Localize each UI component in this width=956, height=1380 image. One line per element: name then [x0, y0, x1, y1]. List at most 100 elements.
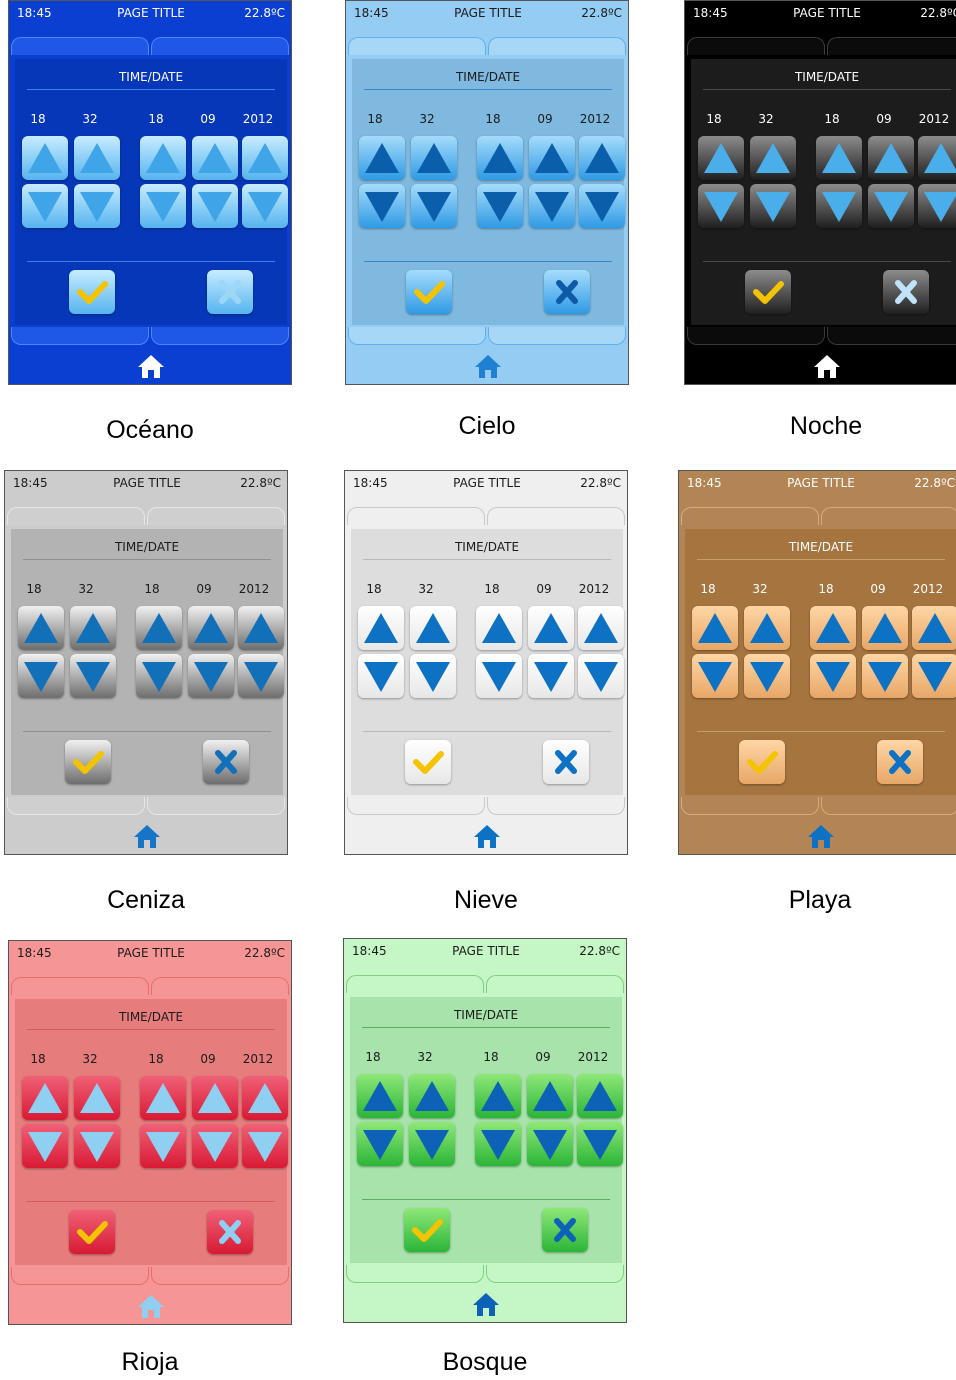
increment-down-button[interactable]	[578, 654, 624, 698]
increment-up-button[interactable]	[136, 606, 182, 650]
top-tab-right[interactable]	[821, 507, 956, 525]
bottom-tab-right[interactable]	[151, 1267, 289, 1285]
increment-up-button[interactable]	[579, 136, 625, 180]
bottom-tab-right[interactable]	[486, 1265, 624, 1283]
bottom-tab-left[interactable]	[687, 327, 825, 345]
increment-up-button[interactable]	[810, 606, 856, 650]
top-tab-left[interactable]	[347, 507, 485, 525]
increment-down-button[interactable]	[22, 1124, 68, 1168]
confirm-button[interactable]	[404, 1208, 450, 1252]
increment-down-button[interactable]	[912, 654, 956, 698]
increment-down-button[interactable]	[74, 1124, 120, 1168]
increment-up-button[interactable]	[750, 136, 796, 180]
increment-up-button[interactable]	[359, 136, 405, 180]
increment-up-button[interactable]	[698, 136, 744, 180]
increment-down-button[interactable]	[358, 654, 404, 698]
increment-down-button[interactable]	[357, 1122, 403, 1166]
home-button[interactable]	[474, 353, 502, 383]
top-tab-left[interactable]	[346, 975, 484, 993]
increment-up-button[interactable]	[410, 606, 456, 650]
increment-down-button[interactable]	[698, 184, 744, 228]
increment-down-button[interactable]	[359, 184, 405, 228]
top-tab-right[interactable]	[487, 507, 625, 525]
cancel-button[interactable]	[877, 740, 923, 784]
increment-down-button[interactable]	[918, 184, 956, 228]
increment-up-button[interactable]	[357, 1074, 403, 1118]
home-button[interactable]	[813, 353, 841, 383]
increment-up-button[interactable]	[528, 606, 574, 650]
increment-down-button[interactable]	[136, 654, 182, 698]
increment-up-button[interactable]	[816, 136, 862, 180]
bottom-tab-left[interactable]	[11, 1267, 149, 1285]
increment-down-button[interactable]	[692, 654, 738, 698]
top-tab-left[interactable]	[11, 977, 149, 995]
top-tab-right[interactable]	[827, 37, 956, 55]
top-tab-right[interactable]	[147, 507, 285, 525]
increment-up-button[interactable]	[912, 606, 956, 650]
increment-down-button[interactable]	[476, 654, 522, 698]
increment-up-button[interactable]	[744, 606, 790, 650]
increment-down-button[interactable]	[192, 1124, 238, 1168]
home-button[interactable]	[807, 823, 835, 853]
increment-up-button[interactable]	[18, 606, 64, 650]
increment-up-button[interactable]	[578, 606, 624, 650]
increment-down-button[interactable]	[192, 184, 238, 228]
cancel-button[interactable]	[542, 1208, 588, 1252]
increment-down-button[interactable]	[579, 184, 625, 228]
top-tab-right[interactable]	[151, 977, 289, 995]
increment-down-button[interactable]	[70, 654, 116, 698]
increment-down-button[interactable]	[816, 184, 862, 228]
increment-down-button[interactable]	[527, 1122, 573, 1166]
increment-up-button[interactable]	[188, 606, 234, 650]
home-button[interactable]	[473, 823, 501, 853]
bottom-tab-right[interactable]	[487, 797, 625, 815]
increment-up-button[interactable]	[692, 606, 738, 650]
increment-up-button[interactable]	[22, 136, 68, 180]
increment-up-button[interactable]	[411, 136, 457, 180]
increment-down-button[interactable]	[238, 654, 284, 698]
increment-up-button[interactable]	[242, 1076, 288, 1120]
top-tab-left[interactable]	[681, 507, 819, 525]
top-tab-left[interactable]	[348, 37, 486, 55]
increment-down-button[interactable]	[868, 184, 914, 228]
top-tab-right[interactable]	[488, 37, 626, 55]
increment-down-button[interactable]	[410, 654, 456, 698]
bottom-tab-left[interactable]	[7, 797, 145, 815]
cancel-button[interactable]	[883, 270, 929, 314]
increment-down-button[interactable]	[140, 184, 186, 228]
confirm-button[interactable]	[745, 270, 791, 314]
bottom-tab-right[interactable]	[488, 327, 626, 345]
increment-up-button[interactable]	[475, 1074, 521, 1118]
increment-up-button[interactable]	[868, 136, 914, 180]
increment-up-button[interactable]	[242, 136, 288, 180]
increment-down-button[interactable]	[22, 184, 68, 228]
confirm-button[interactable]	[65, 740, 111, 784]
home-button[interactable]	[137, 1293, 165, 1323]
increment-down-button[interactable]	[862, 654, 908, 698]
increment-down-button[interactable]	[242, 184, 288, 228]
top-tab-right[interactable]	[486, 975, 624, 993]
increment-down-button[interactable]	[528, 654, 574, 698]
increment-down-button[interactable]	[188, 654, 234, 698]
increment-up-button[interactable]	[527, 1074, 573, 1118]
cancel-button[interactable]	[207, 270, 253, 314]
increment-down-button[interactable]	[810, 654, 856, 698]
confirm-button[interactable]	[739, 740, 785, 784]
increment-down-button[interactable]	[577, 1122, 623, 1166]
increment-down-button[interactable]	[477, 184, 523, 228]
bottom-tab-left[interactable]	[11, 327, 149, 345]
increment-down-button[interactable]	[529, 184, 575, 228]
top-tab-right[interactable]	[151, 37, 289, 55]
increment-up-button[interactable]	[140, 136, 186, 180]
confirm-button[interactable]	[69, 270, 115, 314]
increment-up-button[interactable]	[529, 136, 575, 180]
increment-down-button[interactable]	[475, 1122, 521, 1166]
top-tab-left[interactable]	[687, 37, 825, 55]
increment-up-button[interactable]	[140, 1076, 186, 1120]
cancel-button[interactable]	[203, 740, 249, 784]
increment-down-button[interactable]	[140, 1124, 186, 1168]
increment-up-button[interactable]	[358, 606, 404, 650]
bottom-tab-right[interactable]	[151, 327, 289, 345]
increment-up-button[interactable]	[477, 136, 523, 180]
bottom-tab-left[interactable]	[681, 797, 819, 815]
